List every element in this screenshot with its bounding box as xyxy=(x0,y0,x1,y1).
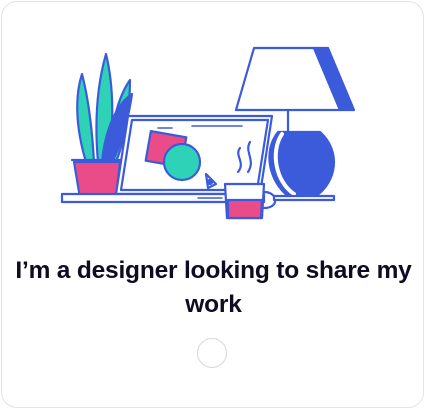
designer-desk-illustration xyxy=(60,46,356,220)
option-radio-button[interactable] xyxy=(197,338,227,368)
option-title: I’m a designer looking to share my work xyxy=(15,257,412,318)
designer-option-card[interactable]: I’m a designer looking to share my work xyxy=(1,1,424,408)
